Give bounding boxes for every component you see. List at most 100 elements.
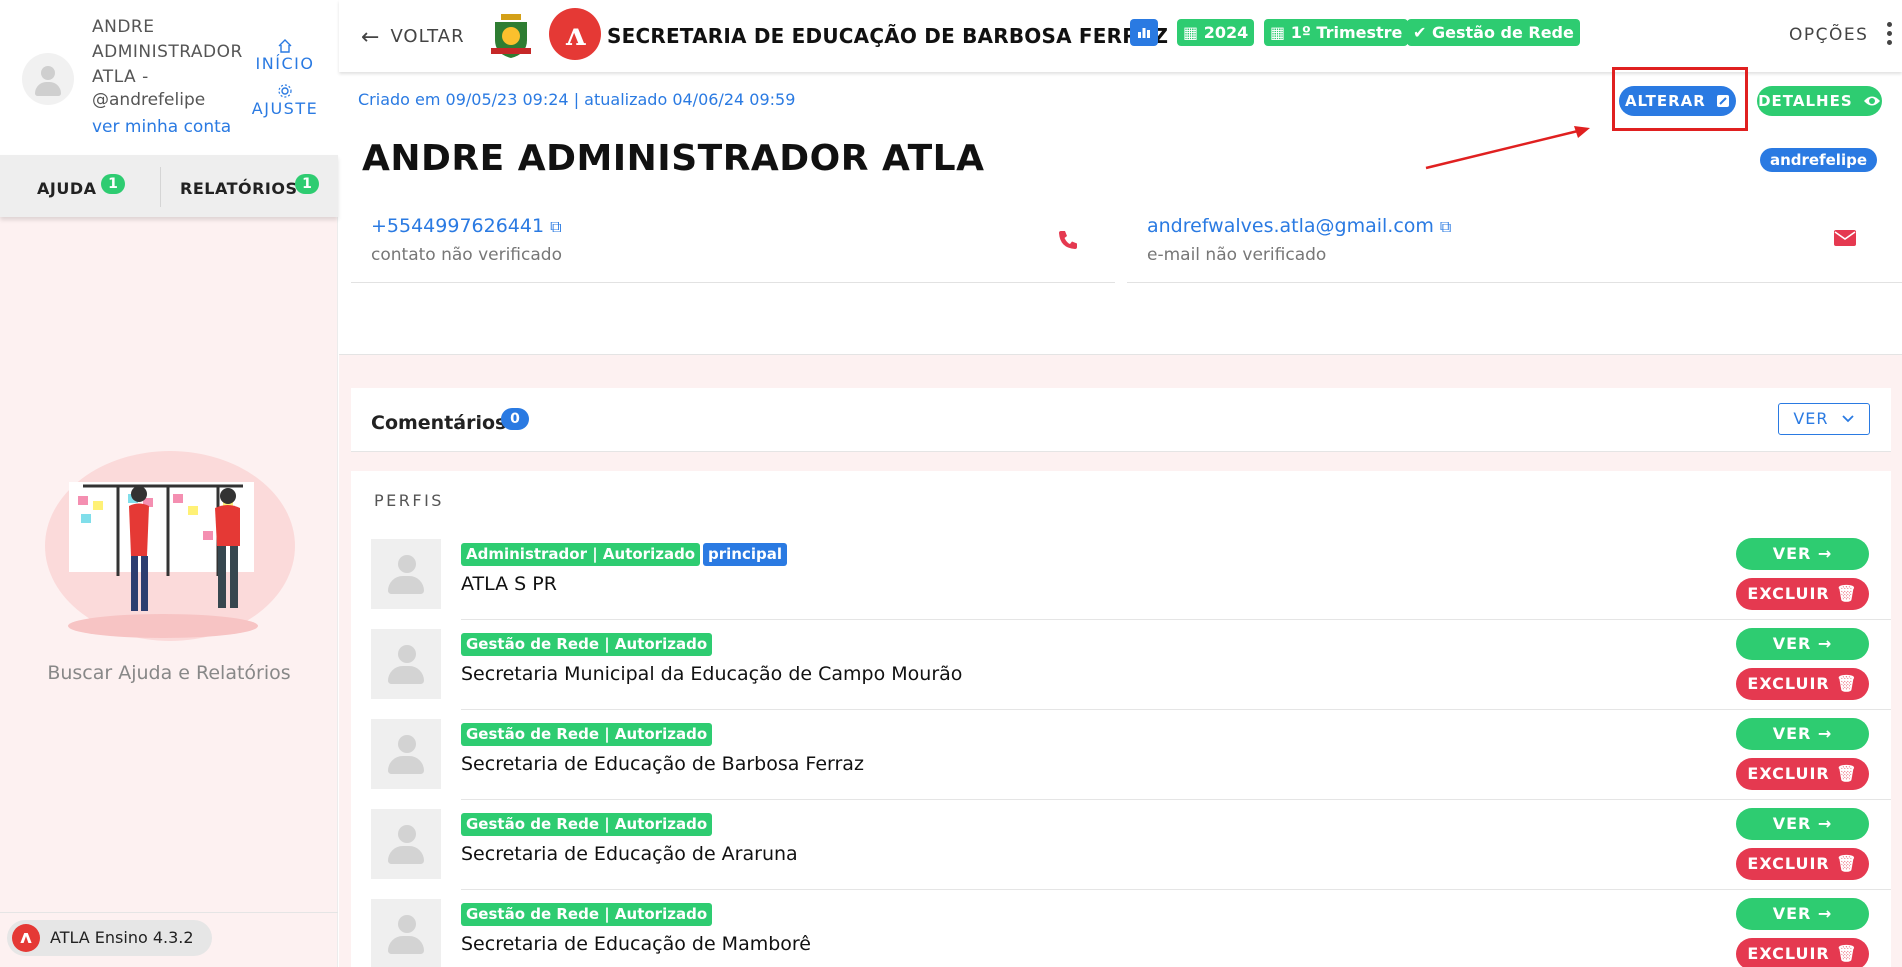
page-title: SECRETARIA DE EDUCAÇÃO DE BARBOSA FERRAZ bbox=[607, 24, 1169, 48]
arrow-left-icon: ← bbox=[361, 25, 381, 50]
atla-logo-icon: ᴧ bbox=[12, 924, 40, 952]
home-icon bbox=[250, 38, 320, 54]
email-status: e-mail não verificado bbox=[1147, 245, 1327, 265]
detalhes-button[interactable]: DETALHES bbox=[1757, 86, 1882, 116]
trimester-chip[interactable]: ▦ 1º Trimestre bbox=[1264, 19, 1409, 46]
back-button[interactable]: ← VOLTAR bbox=[361, 25, 465, 50]
phone-contact: +5544997626441 ⧉ contato não verificado bbox=[351, 210, 1115, 283]
ver-button[interactable]: VER → bbox=[1736, 628, 1869, 660]
municipal-crest-icon bbox=[489, 10, 533, 60]
user-handle: @andrefelipe bbox=[92, 90, 206, 110]
excluir-button[interactable]: EXCLUIR 🗑 bbox=[1736, 848, 1869, 880]
profile-avatar bbox=[371, 629, 441, 699]
phone-status: contato não verificado bbox=[371, 245, 562, 265]
trimester-chip-label: 1º Trimestre bbox=[1290, 23, 1403, 42]
principal-badge: principal bbox=[703, 543, 787, 566]
year-chip[interactable]: ▦ 2024 bbox=[1177, 19, 1255, 46]
role-badge: Gestão de Rede | Autorizado bbox=[461, 903, 713, 926]
top-header: ← VOLTAR ᴧ SECRETARIA DE EDUCAÇÃO DE BARB… bbox=[339, 0, 1902, 72]
ver-button[interactable]: VER → bbox=[1736, 718, 1869, 750]
organization-name: Secretaria de Educação de Araruna bbox=[461, 843, 798, 865]
excluir-label: EXCLUIR bbox=[1747, 944, 1830, 963]
arrow-right-icon: → bbox=[1817, 634, 1833, 653]
ver-label: VER bbox=[1772, 634, 1812, 653]
username-tag: andrefelipe bbox=[1760, 148, 1878, 172]
excluir-button[interactable]: EXCLUIR 🗑 bbox=[1736, 668, 1869, 700]
arrow-right-icon: → bbox=[1817, 814, 1833, 833]
avatar[interactable] bbox=[22, 53, 74, 105]
trash-icon: 🗑 bbox=[1836, 764, 1858, 783]
ver-button[interactable]: VER → bbox=[1736, 898, 1869, 930]
role-badge: Gestão de Rede | Autorizado bbox=[461, 723, 713, 746]
list-item: Gestão de Rede | Autorizado Secretaria d… bbox=[351, 803, 1891, 893]
trash-icon: 🗑 bbox=[1836, 944, 1858, 963]
comments-ver-label: VER bbox=[1793, 409, 1829, 428]
phone-number[interactable]: +5544997626441 bbox=[371, 215, 544, 237]
back-label: VOLTAR bbox=[390, 26, 465, 47]
role-badge: Gestão de Rede | Autorizado bbox=[461, 633, 713, 656]
version-badge[interactable]: ᴧ ATLA Ensino 4.3.2 bbox=[7, 920, 212, 956]
profiles-panel: PERFIS Administrador | Autorizado princi… bbox=[351, 471, 1891, 967]
comments-count-badge: 0 bbox=[501, 408, 529, 430]
stats-chart-icon[interactable] bbox=[1130, 19, 1158, 46]
user-block: ANDRE ADMINISTRADOR ATLA - @andrefelipe … bbox=[0, 0, 338, 155]
network-chip[interactable]: ✔ Gestão de Rede bbox=[1407, 19, 1580, 46]
kebab-menu-icon[interactable] bbox=[1887, 22, 1893, 49]
role-badge: Gestão de Rede | Autorizado bbox=[461, 813, 713, 836]
trash-icon: 🗑 bbox=[1836, 674, 1858, 693]
calendar-icon: ▦ bbox=[1183, 23, 1204, 42]
ver-label: VER bbox=[1772, 544, 1812, 563]
calendar-icon: ▦ bbox=[1270, 23, 1291, 42]
profile-avatar bbox=[371, 899, 441, 967]
ver-button[interactable]: VER → bbox=[1736, 808, 1869, 840]
help-illustration bbox=[33, 446, 308, 646]
ver-button[interactable]: VER → bbox=[1736, 538, 1869, 570]
phone-icon[interactable] bbox=[1056, 228, 1080, 258]
home-label: INÍCIO bbox=[255, 54, 315, 73]
options-button[interactable]: OPÇÕES bbox=[1789, 25, 1868, 45]
arrow-right-icon: → bbox=[1817, 904, 1833, 923]
copy-icon[interactable]: ⧉ bbox=[1440, 217, 1451, 236]
list-item: Administrador | Autorizado principal ATL… bbox=[351, 533, 1891, 623]
copy-icon[interactable]: ⧉ bbox=[550, 217, 561, 236]
excluir-button[interactable]: EXCLUIR 🗑 bbox=[1736, 938, 1869, 967]
role-badge: Administrador | Autorizado bbox=[461, 543, 701, 566]
tab-relatorios[interactable]: RELATÓRIOS bbox=[180, 179, 298, 198]
organization-name: Secretaria de Educação de Barbosa Ferraz bbox=[461, 753, 864, 775]
profiles-title: PERFIS bbox=[374, 491, 444, 510]
comments-label: Comentários bbox=[371, 412, 507, 434]
eye-icon bbox=[1859, 92, 1881, 110]
organization-name: ATLA S PR bbox=[461, 573, 557, 595]
settings-link[interactable]: AJUSTE bbox=[250, 83, 320, 118]
ver-label: VER bbox=[1772, 904, 1812, 923]
excluir-button[interactable]: EXCLUIR 🗑 bbox=[1736, 758, 1869, 790]
arrow-right-icon: → bbox=[1817, 544, 1833, 563]
excluir-button[interactable]: EXCLUIR 🗑 bbox=[1736, 578, 1869, 610]
sidebar-footer-divider bbox=[0, 912, 338, 913]
list-item: Gestão de Rede | Autorizado Secretaria d… bbox=[351, 713, 1891, 803]
list-item: Gestão de Rede | Autorizado Secretaria M… bbox=[351, 623, 1891, 713]
record-meta: Criado em 09/05/23 09:24 | atualizado 04… bbox=[358, 90, 796, 109]
home-link[interactable]: INÍCIO bbox=[250, 38, 320, 73]
comments-panel: Comentários 0 VER bbox=[351, 388, 1891, 452]
tab-ajuda[interactable]: AJUDA bbox=[37, 179, 97, 198]
list-item: Gestão de Rede | Autorizado Secretaria d… bbox=[351, 893, 1891, 967]
detalhes-label: DETALHES bbox=[1758, 92, 1853, 110]
excluir-label: EXCLUIR bbox=[1747, 674, 1830, 693]
atla-logo-icon: ᴧ bbox=[549, 8, 601, 60]
help-text: Buscar Ajuda e Relatórios bbox=[47, 662, 291, 684]
check-circle-icon: ✔ bbox=[1413, 23, 1432, 42]
my-account-link[interactable]: ver minha conta bbox=[92, 117, 231, 137]
tab-divider bbox=[160, 167, 161, 207]
sidebar: ANDRE ADMINISTRADOR ATLA - @andrefelipe … bbox=[0, 0, 338, 967]
annotation-highlight-box bbox=[1612, 67, 1748, 131]
ajuda-count-badge: 1 bbox=[101, 174, 125, 194]
mail-icon[interactable] bbox=[1833, 228, 1857, 254]
email-address[interactable]: andrefwalves.atla@gmail.com bbox=[1147, 215, 1434, 237]
profile-avatar bbox=[371, 809, 441, 879]
chevron-down-icon bbox=[1835, 409, 1855, 428]
ver-label: VER bbox=[1772, 724, 1812, 743]
version-label: ATLA Ensino 4.3.2 bbox=[50, 928, 194, 947]
excluir-label: EXCLUIR bbox=[1747, 854, 1830, 873]
comments-ver-button[interactable]: VER bbox=[1778, 403, 1870, 435]
